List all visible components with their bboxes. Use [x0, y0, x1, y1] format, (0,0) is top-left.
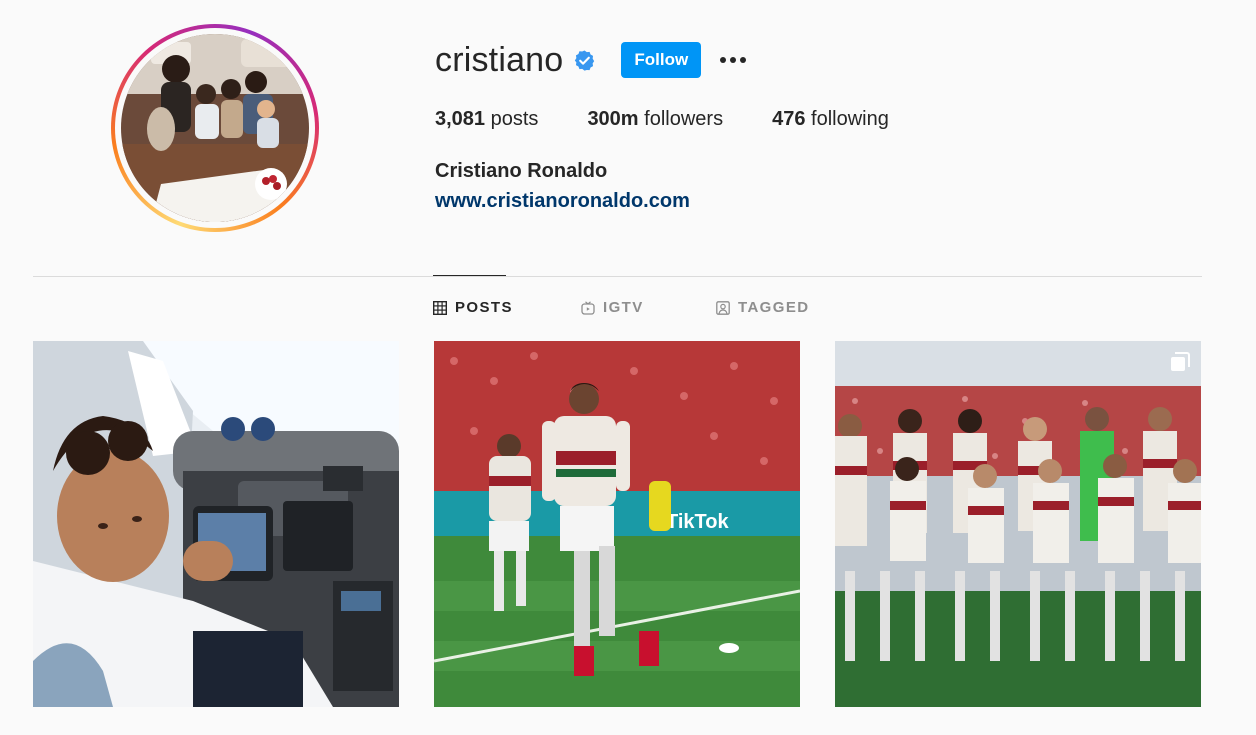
verified-badge-icon	[573, 49, 596, 72]
avatar-photo	[121, 34, 309, 222]
more-options-icon[interactable]	[718, 45, 748, 75]
tagged-icon	[716, 300, 730, 315]
followers-count: 300m	[587, 108, 639, 130]
post-thumbnail[interactable]	[835, 341, 1201, 707]
posts-count: 3,081	[435, 108, 486, 130]
posts-stat: 3,081 posts	[435, 108, 538, 131]
followers-label: followers	[644, 108, 724, 130]
follow-button[interactable]: Follow	[621, 42, 702, 78]
post-photo-celebration: TikTok	[434, 341, 800, 707]
dot	[730, 57, 737, 63]
post-photo-cockpit	[33, 341, 399, 707]
grid-icon	[432, 300, 448, 315]
profile-header-row: cristiano Follow	[435, 38, 748, 82]
following-count: 476	[772, 108, 806, 130]
profile-stats: 3,081 posts 300m followers 476 following	[435, 108, 938, 131]
active-tab-indicator	[433, 275, 506, 276]
tabs-divider	[33, 276, 1202, 277]
post-thumbnail[interactable]	[33, 341, 399, 707]
tab-tagged[interactable]: TAGGED	[716, 299, 809, 316]
full-name: Cristiano Ronaldo	[435, 160, 608, 182]
igtv-icon	[581, 300, 595, 315]
followers-stat[interactable]: 300m followers	[587, 108, 723, 131]
post-thumbnail[interactable]: TikTok	[434, 341, 800, 707]
post-photo-team	[835, 341, 1201, 707]
carousel-icon	[1169, 351, 1191, 373]
svg-text:TikTok: TikTok	[666, 511, 729, 533]
tab-tagged-label: TAGGED	[738, 299, 810, 316]
tab-igtv[interactable]: IGTV	[581, 299, 644, 316]
username: cristiano	[435, 41, 564, 79]
following-label: following	[811, 108, 889, 130]
website-link[interactable]: www.cristianoronaldo.com	[435, 190, 690, 213]
dot	[740, 57, 747, 63]
posts-label: posts	[490, 108, 539, 130]
tab-igtv-label: IGTV	[603, 299, 644, 316]
avatar[interactable]	[121, 34, 309, 222]
following-stat[interactable]: 476 following	[772, 108, 889, 131]
tab-posts-label: POSTS	[455, 299, 513, 316]
profile-avatar-ring[interactable]	[111, 24, 319, 232]
dot	[720, 57, 727, 63]
tab-posts[interactable]: POSTS	[432, 299, 513, 316]
